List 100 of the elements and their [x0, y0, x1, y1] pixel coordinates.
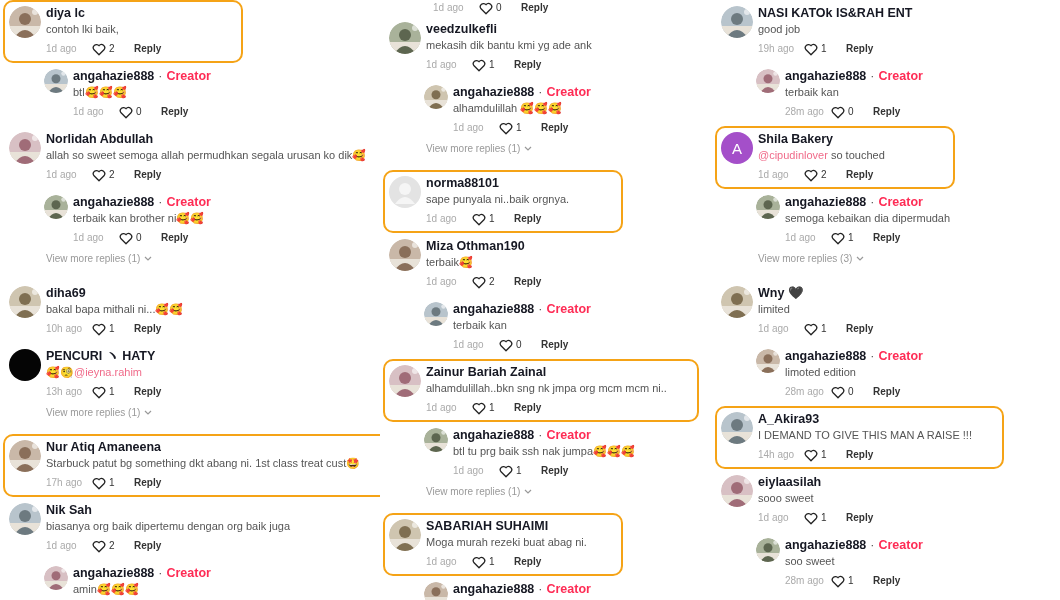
reply-button[interactable]: Reply — [134, 167, 162, 183]
chevron-down-icon[interactable] — [144, 256, 153, 261]
reply-button[interactable]: Reply — [514, 554, 542, 570]
chevron-down-icon[interactable] — [856, 256, 865, 261]
timestamp: 1d ago — [426, 275, 458, 289]
heart-icon[interactable] — [804, 168, 818, 182]
username[interactable]: Nur Atiq Amaneena — [46, 440, 162, 455]
reply-button[interactable]: Reply — [873, 104, 901, 120]
username[interactable]: Nik Sah — [46, 503, 92, 518]
username[interactable]: angahazie888 — [73, 566, 155, 581]
chevron-down-icon[interactable] — [144, 410, 153, 415]
username[interactable]: Norlidah Abdullah — [46, 132, 154, 147]
heart-icon[interactable] — [119, 105, 133, 119]
heart-icon[interactable] — [804, 42, 818, 56]
username[interactable]: Miza Othman190 — [426, 239, 525, 254]
username[interactable]: diya lc — [46, 6, 85, 21]
heart-icon[interactable] — [119, 231, 133, 245]
reply-button[interactable]: Reply — [846, 321, 874, 337]
chevron-down-icon[interactable] — [524, 146, 533, 151]
separator-dot: · — [870, 195, 875, 210]
username[interactable]: angahazie888 — [785, 538, 867, 553]
reply-button[interactable]: Reply — [514, 57, 542, 73]
heart-icon[interactable] — [472, 555, 486, 569]
separator-dot: · — [158, 69, 163, 84]
username[interactable]: A_Akira93 — [758, 412, 820, 427]
reply-button[interactable]: Reply — [846, 510, 874, 526]
username[interactable]: angahazie888 — [73, 69, 155, 84]
reply-button[interactable]: Reply — [846, 167, 874, 183]
username[interactable]: angahazie888 — [785, 349, 867, 364]
username[interactable]: Zainur Bariah Zainal — [426, 365, 547, 380]
reply-button[interactable]: Reply — [134, 538, 162, 554]
reply-button[interactable]: Reply — [161, 230, 189, 246]
heart-icon[interactable] — [804, 511, 818, 525]
reply-button[interactable]: Reply — [521, 0, 549, 16]
avatar-icon — [9, 349, 41, 381]
username[interactable]: eiylaasilah — [758, 475, 822, 490]
like-count: 2 — [109, 168, 115, 182]
heart-icon[interactable] — [92, 539, 106, 553]
like-count: 1 — [821, 511, 827, 525]
heart-icon[interactable] — [92, 42, 106, 56]
heart-icon[interactable] — [499, 464, 513, 478]
reply-button[interactable]: Reply — [846, 447, 874, 463]
username[interactable]: veedzulkefli — [426, 22, 497, 37]
username[interactable]: Shila Bakery — [758, 132, 834, 147]
heart-icon[interactable] — [472, 58, 486, 72]
like-count: 0 — [848, 385, 854, 399]
reply-button[interactable]: Reply — [873, 230, 901, 246]
heart-icon[interactable] — [804, 448, 818, 462]
heart-icon[interactable] — [472, 212, 486, 226]
username[interactable]: angahazie888 — [785, 195, 867, 210]
heart-icon[interactable] — [479, 1, 493, 15]
chevron-down-icon[interactable] — [524, 489, 533, 494]
like-count: 1 — [489, 401, 495, 415]
reply-button[interactable]: Reply — [846, 41, 874, 57]
creator-label: Creator — [878, 69, 923, 84]
username[interactable]: NASI KATOk IS&RAH ENT — [758, 6, 913, 21]
heart-icon[interactable] — [499, 121, 513, 135]
heart-icon[interactable] — [472, 275, 486, 289]
heart-icon[interactable] — [831, 105, 845, 119]
username[interactable]: angahazie888 — [785, 69, 867, 84]
heart-icon[interactable] — [92, 476, 106, 490]
heart-icon[interactable] — [831, 385, 845, 399]
creator-label: Creator — [546, 582, 591, 597]
username[interactable]: angahazie888 — [453, 302, 535, 317]
reply-button[interactable]: Reply — [541, 463, 569, 479]
comment-text: alhamdulillah 🥰🥰🥰 — [453, 102, 563, 114]
comment-text: allah so sweet semoga allah permudhkan segala urusan ko dik🥰 — [46, 149, 367, 161]
creator-label: Creator — [166, 566, 211, 581]
reply-button[interactable]: Reply — [541, 120, 569, 136]
username[interactable]: SABARIAH SUHAIMI — [426, 519, 549, 534]
username[interactable]: angahazie888 — [453, 428, 535, 443]
heart-icon[interactable] — [804, 322, 818, 336]
username[interactable]: PENCURI ヽ HATY — [46, 349, 156, 364]
username[interactable]: Wny 🖤 — [758, 286, 804, 301]
reply-button[interactable]: Reply — [161, 104, 189, 120]
reply-button[interactable]: Reply — [134, 384, 162, 400]
heart-icon[interactable] — [92, 168, 106, 182]
reply-button[interactable]: Reply — [873, 384, 901, 400]
heart-icon[interactable] — [92, 322, 106, 336]
comment-text: contoh lki baik, — [46, 23, 119, 35]
reply-button[interactable]: Reply — [514, 400, 542, 416]
reply-button[interactable]: Reply — [514, 211, 542, 227]
heart-icon[interactable] — [831, 231, 845, 245]
comment-text: Moga murah rezeki buat abag ni. — [426, 536, 587, 548]
heart-icon[interactable] — [831, 574, 845, 588]
reply-button[interactable]: Reply — [514, 274, 542, 290]
username[interactable]: angahazie888 — [453, 85, 535, 100]
reply-button[interactable]: Reply — [873, 573, 901, 589]
username[interactable]: diha69 — [46, 286, 86, 301]
heart-icon[interactable] — [472, 401, 486, 415]
username[interactable]: angahazie888 — [453, 582, 535, 597]
username[interactable]: angahazie888 — [73, 195, 155, 210]
reply-button[interactable]: Reply — [134, 41, 162, 57]
heart-icon[interactable] — [92, 385, 106, 399]
reply-button[interactable]: Reply — [541, 337, 569, 353]
username[interactable]: norma88101 — [426, 176, 499, 191]
heart-icon[interactable] — [499, 338, 513, 352]
comment-text: terbaik kan brother ni🥰🥰 — [73, 212, 205, 224]
reply-button[interactable]: Reply — [134, 321, 162, 337]
reply-button[interactable]: Reply — [134, 475, 162, 491]
